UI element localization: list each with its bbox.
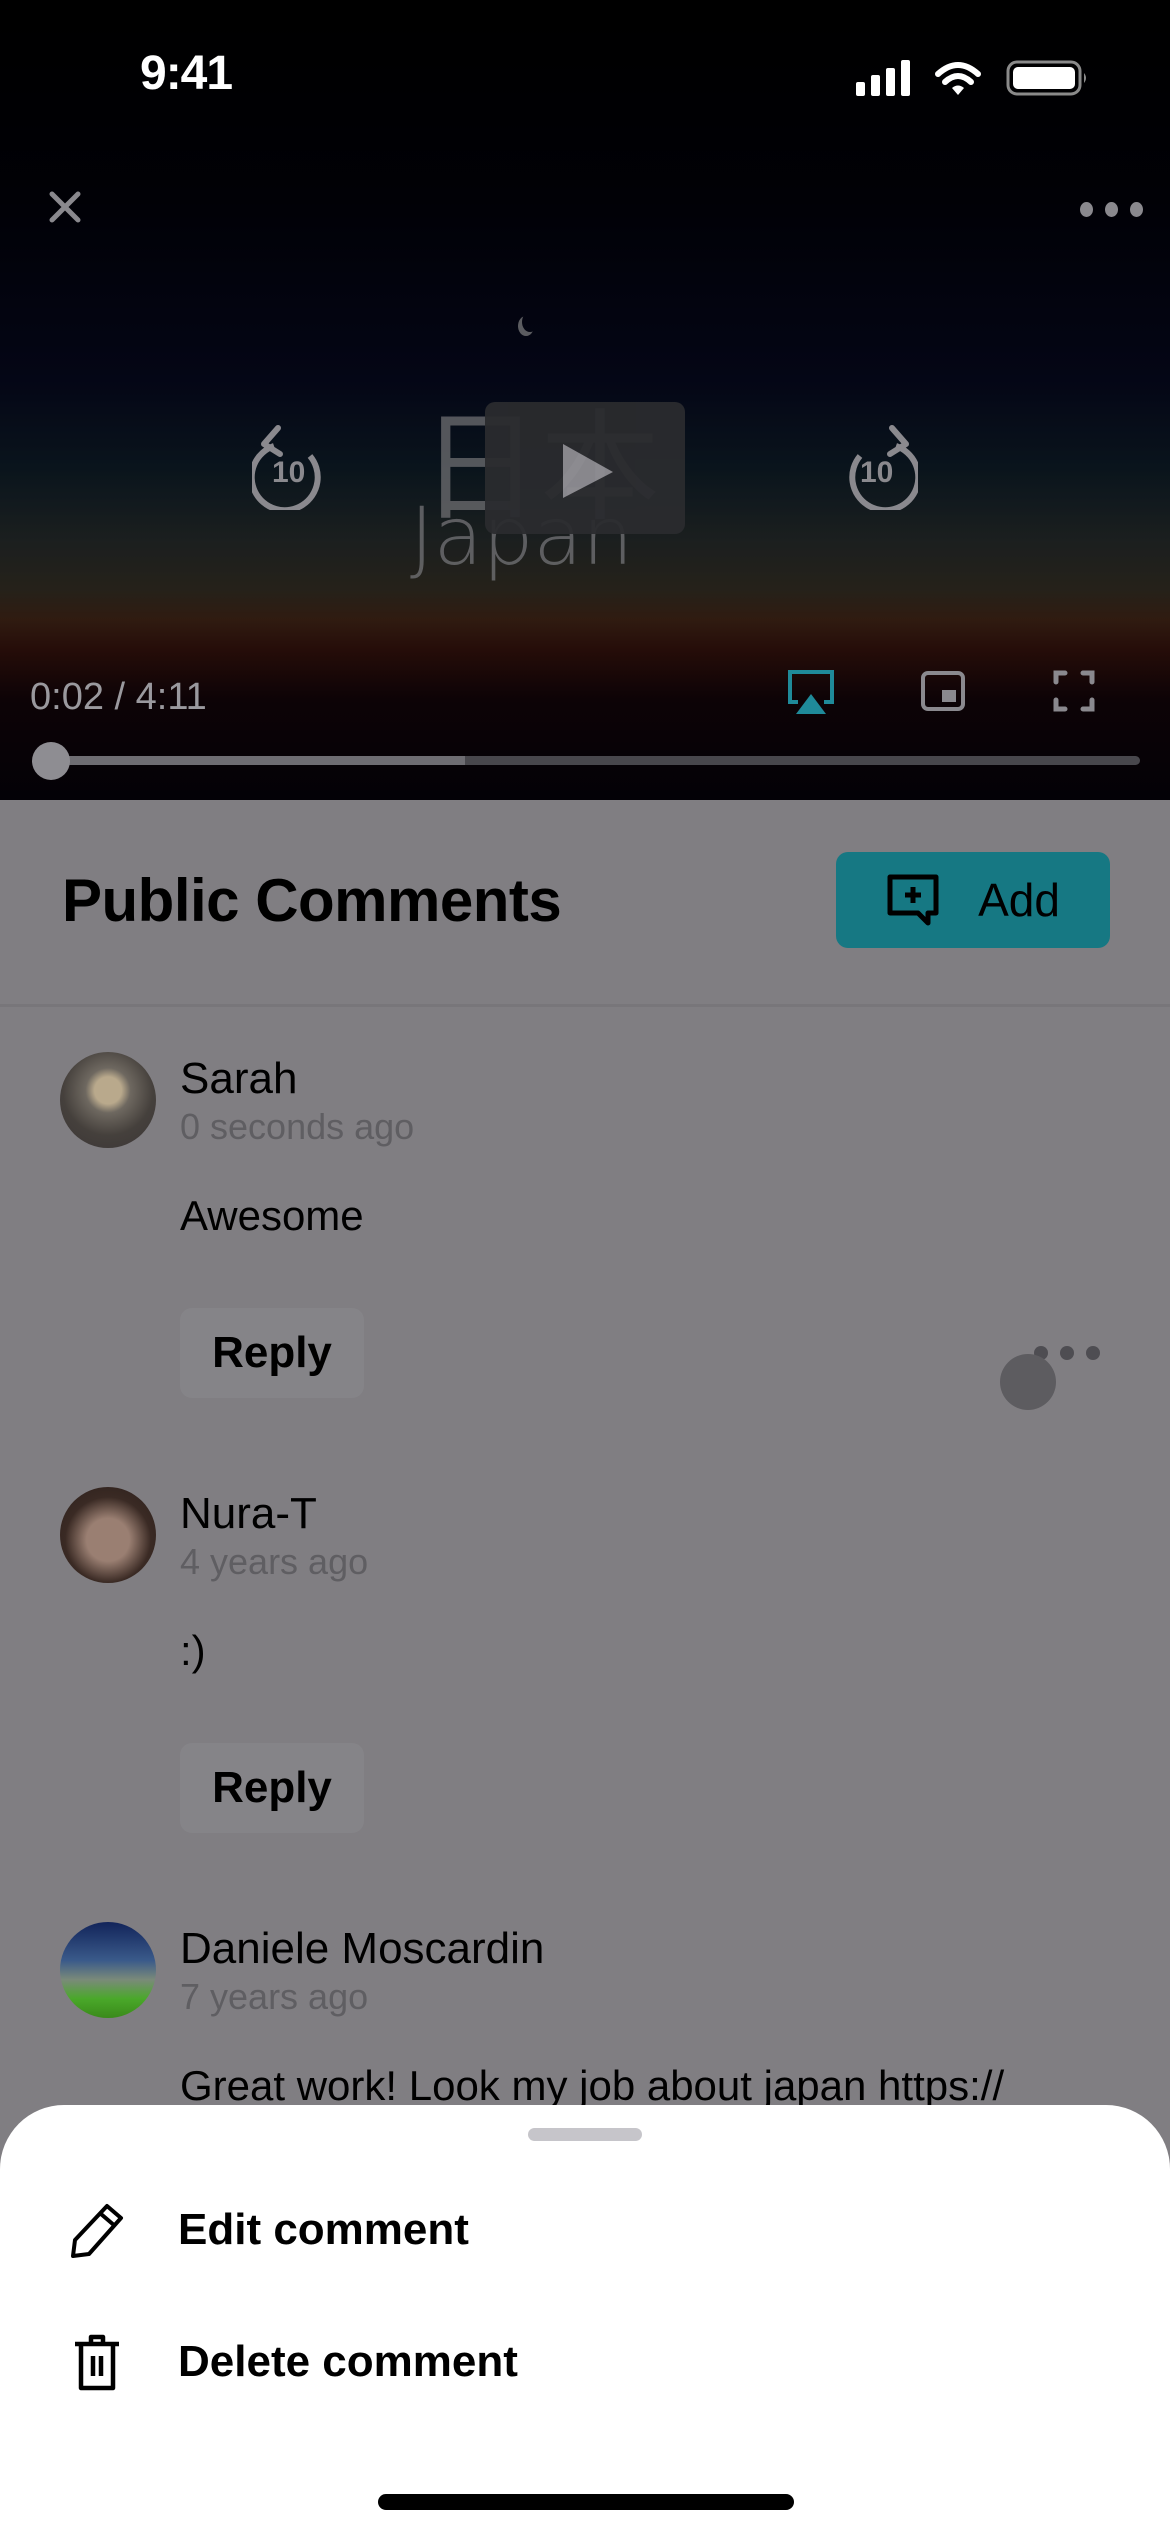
comment-author[interactable]: Nura-T: [180, 1489, 317, 1539]
skip-forward-button[interactable]: 10: [836, 420, 922, 514]
comment-time: 0 seconds ago: [180, 1106, 415, 1147]
sheet-grabber[interactable]: [528, 2128, 642, 2141]
fullscreen-icon: [1053, 670, 1095, 712]
status-icons: [856, 58, 1096, 102]
comment-item: Sarah 0 seconds ago Awesome Reply: [0, 1040, 1170, 1440]
progress-thumb[interactable]: [31, 742, 70, 780]
reply-button[interactable]: Reply: [180, 1743, 364, 1833]
pip-button[interactable]: [920, 670, 966, 712]
add-comment-label: Add: [978, 874, 1060, 926]
home-indicator[interactable]: [378, 2494, 794, 2510]
add-comment-icon: [887, 874, 939, 926]
status-time: 9:41: [140, 47, 233, 100]
close-button[interactable]: [44, 186, 86, 228]
skip-back-button[interactable]: 10: [248, 420, 334, 514]
comment-time: 7 years ago: [180, 1976, 369, 2017]
airplay-icon: [788, 670, 834, 714]
comment-time: 4 years ago: [180, 1541, 369, 1582]
reply-button[interactable]: Reply: [180, 1308, 364, 1398]
pencil-icon: [62, 2195, 132, 2265]
comment-author[interactable]: Daniele Moscardin: [180, 1924, 544, 1974]
skip-forward-label: 10: [860, 456, 894, 489]
page-title: Public Comments: [62, 867, 562, 934]
signal-icon: [856, 60, 910, 96]
comment-item: Daniele Moscardin 7 years ago Great work…: [0, 1910, 1170, 2110]
play-icon: [563, 444, 613, 498]
more-icon: [1080, 202, 1093, 217]
avatar[interactable]: [60, 1487, 156, 1583]
comment-author[interactable]: Sarah: [180, 1054, 297, 1104]
progress-buffered: [42, 756, 465, 765]
edit-comment-label: Edit comment: [178, 2205, 469, 2254]
comment-text: :): [180, 1627, 206, 1674]
avatar[interactable]: [60, 1052, 156, 1148]
trash-icon: [62, 2327, 132, 2397]
time-readout: 0:02 / 4:11: [30, 676, 207, 718]
close-icon: [49, 191, 81, 223]
wifi-icon: [935, 62, 981, 85]
comment-text: Awesome: [180, 1192, 364, 1239]
play-button[interactable]: [485, 402, 685, 534]
comment-item: Nura-T 4 years ago :) Reply: [0, 1475, 1170, 1875]
fullscreen-button[interactable]: [1053, 670, 1095, 712]
edit-comment-option[interactable]: Edit comment: [0, 2170, 1170, 2290]
add-comment-button[interactable]: Add: [836, 852, 1110, 948]
battery-icon: [1006, 60, 1086, 96]
avatar[interactable]: [60, 1922, 156, 2018]
delete-comment-option[interactable]: Delete comment: [0, 2302, 1170, 2422]
touch-indicator: [1000, 1354, 1056, 1410]
skip-back-label: 10: [272, 456, 306, 489]
comment-more-button[interactable]: [1034, 1346, 1100, 1360]
picture-in-picture-icon: [921, 671, 965, 711]
video-more-button[interactable]: [1080, 202, 1143, 217]
header-divider: [0, 1004, 1170, 1007]
airplay-button[interactable]: [786, 668, 836, 716]
delete-comment-label: Delete comment: [178, 2337, 518, 2386]
comment-text: Great work! Look my job about japan http…: [180, 2062, 1005, 2109]
